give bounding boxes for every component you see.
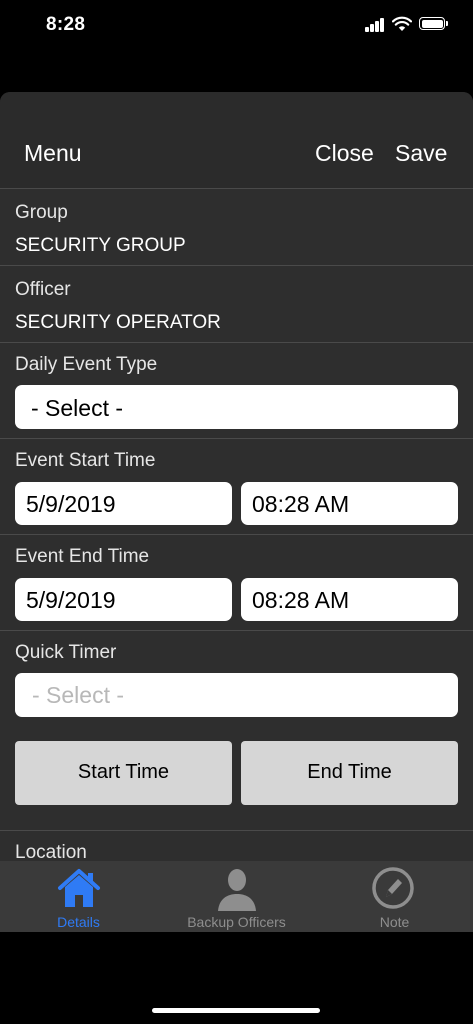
event-end-date: 5/9/2019 — [26, 587, 116, 613]
daily-event-type-select[interactable]: - Select - — [15, 385, 458, 429]
status-bar: 8:28 — [0, 0, 473, 52]
location-label: Location — [15, 842, 87, 861]
quick-timer-select[interactable]: - Select - — [15, 673, 458, 717]
tab-bar: Details Backup Officers Note — [0, 861, 473, 932]
tab-note[interactable]: Note — [316, 861, 473, 932]
event-end-time: 08:28 AM — [252, 587, 350, 613]
group-row: Group SECURITY GROUP — [0, 189, 473, 266]
end-time-button[interactable]: End Time — [241, 741, 458, 805]
group-value: SECURITY GROUP — [15, 235, 186, 256]
close-button[interactable]: Close — [315, 140, 374, 167]
tab-note-label: Note — [379, 914, 410, 930]
quick-timer-placeholder: - Select - — [32, 682, 125, 708]
status-time: 8:28 — [46, 14, 86, 35]
save-button[interactable]: Save — [395, 140, 447, 167]
tab-backup-officers-label: Backup Officers — [187, 914, 286, 930]
start-time-button-label: Start Time — [77, 761, 170, 783]
quick-timer-row: Quick Timer - Select - Start Time End Ti… — [0, 631, 473, 831]
officer-row: Officer SECURITY OPERATOR — [0, 266, 473, 343]
event-end-label: Event End Time — [15, 546, 150, 567]
daily-event-type-selected: - Select - — [31, 395, 124, 421]
event-start-date: 5/9/2019 — [26, 491, 116, 517]
event-start-date-field[interactable]: 5/9/2019 — [15, 482, 232, 525]
pencil-icon — [372, 867, 414, 909]
event-start-row: Event Start Time 5/9/2019 08:28 AM — [0, 439, 473, 535]
group-label: Group — [15, 202, 68, 223]
menu-button[interactable]: Menu — [24, 140, 82, 167]
quick-timer-label: Quick Timer — [15, 642, 117, 663]
tab-details-label: Details — [57, 914, 100, 930]
end-time-button-label: End Time — [307, 761, 392, 783]
screen: 8:28 Menu Close Save Group SECURITY GROU… — [0, 0, 473, 1024]
cellular-signal-icon — [365, 18, 385, 32]
battery-icon — [419, 17, 448, 30]
nav-bar: Menu Close Save — [0, 92, 473, 189]
person-icon — [218, 869, 256, 911]
start-time-button[interactable]: Start Time — [15, 741, 232, 805]
home-icon — [58, 869, 100, 907]
event-end-row: Event End Time 5/9/2019 08:28 AM — [0, 535, 473, 631]
form-content[interactable]: Group SECURITY GROUP Officer SECURITY OP… — [0, 189, 473, 861]
event-sheet: Menu Close Save Group SECURITY GROUP Off… — [0, 92, 473, 932]
officer-value: SECURITY OPERATOR — [15, 312, 221, 333]
event-start-time: 08:28 AM — [252, 491, 350, 517]
event-start-time-field[interactable]: 08:28 AM — [241, 482, 458, 525]
home-indicator[interactable] — [152, 1008, 320, 1013]
event-start-label: Event Start Time — [15, 450, 156, 471]
location-row: Location — [0, 831, 473, 861]
event-end-time-field[interactable]: 08:28 AM — [241, 578, 458, 621]
event-end-date-field[interactable]: 5/9/2019 — [15, 578, 232, 621]
daily-event-type-label: Daily Event Type — [15, 354, 158, 375]
wifi-icon — [392, 16, 412, 31]
daily-event-type-row: Daily Event Type - Select - — [0, 343, 473, 439]
tab-backup-officers[interactable]: Backup Officers — [158, 861, 315, 932]
officer-label: Officer — [15, 279, 71, 300]
tab-details[interactable]: Details — [0, 861, 157, 932]
